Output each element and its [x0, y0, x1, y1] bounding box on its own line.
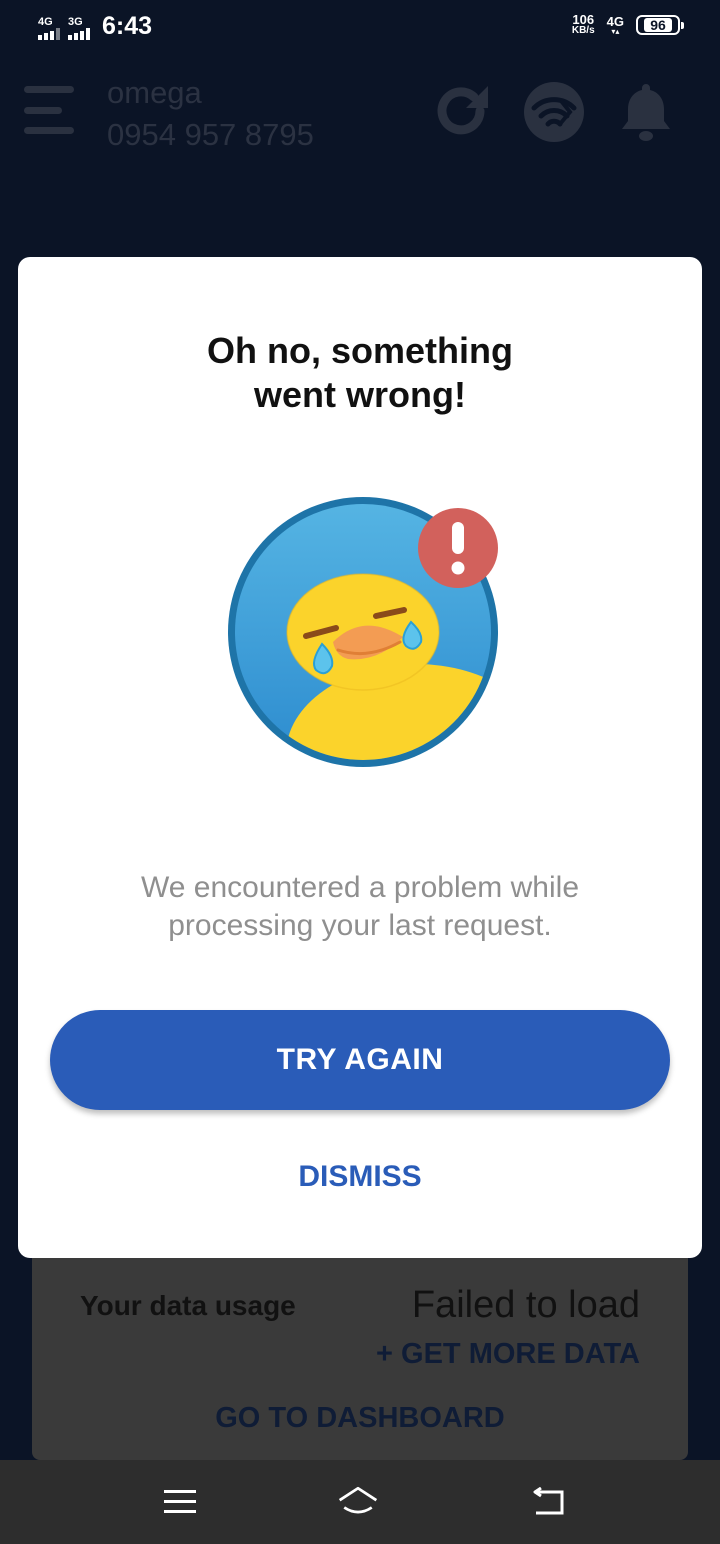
dialog-title-line1: Oh no, something [207, 330, 513, 371]
go-to-dashboard-link[interactable]: GO TO DASHBOARD [32, 1402, 688, 1435]
error-dialog: Oh no, something went wrong! We encounte… [18, 257, 702, 1258]
app-header: omega 0954 957 8795 [0, 60, 720, 170]
battery-icon: 96 [636, 15, 684, 35]
account-name: omega [107, 75, 202, 110]
network-speed: 106 KB/s [571, 12, 595, 36]
refresh-icon[interactable] [430, 80, 492, 147]
home-icon[interactable] [336, 1482, 380, 1522]
battery-level: 96 [644, 18, 672, 32]
dialog-message: We encountered a problem while processin… [58, 869, 662, 945]
navigation-bar [0, 1460, 720, 1544]
clock: 6:43 [102, 12, 153, 40]
dialog-title: Oh no, something went wrong! [18, 329, 702, 417]
menu-icon[interactable] [24, 86, 74, 134]
wifi-icon[interactable] [522, 80, 586, 149]
dialog-message-line2: processing your last request. [168, 909, 552, 942]
status-right: 106 KB/s 4G ▾▴ 96 [571, 12, 684, 36]
bell-icon[interactable] [618, 80, 674, 147]
status-left: 4G 3G 6:43 [38, 12, 152, 40]
speed-value: 106 [572, 12, 595, 27]
back-icon[interactable] [526, 1482, 570, 1522]
sim2-label: 3G [68, 16, 83, 28]
try-again-button[interactable]: TRY AGAIN [50, 1010, 670, 1110]
account-info: omega 0954 957 8795 [107, 74, 314, 158]
sim1-label: 4G [38, 16, 53, 28]
status-bar: 4G 3G 6:43 106 KB/s 4G ▾▴ 96 [0, 0, 720, 56]
phone-number: 0954 957 8795 [107, 117, 314, 152]
recents-icon[interactable] [158, 1482, 202, 1522]
data-usage-value: Failed to load [411, 1284, 640, 1326]
screen: 4G 3G 6:43 106 KB/s 4G ▾▴ 96 omega 0954 … [0, 0, 720, 1544]
data-usage-label: Your data usage [80, 1290, 296, 1321]
dialog-message-line1: We encountered a problem while [140, 871, 580, 904]
data-usage-card: Your data usage Failed to load + GET MOR… [32, 1256, 688, 1460]
dialog-title-line2: went wrong! [254, 374, 466, 415]
crying-duck-icon [218, 492, 508, 782]
sim1-signal-icon: 4G [38, 17, 60, 40]
sim2-signal-icon: 3G [68, 17, 90, 40]
get-more-data-link[interactable]: + GET MORE DATA [376, 1338, 640, 1371]
dismiss-button[interactable]: DISMISS [260, 1149, 460, 1205]
network-type-icon: 4G ▾▴ [606, 13, 624, 36]
speed-unit: KB/s [571, 25, 595, 36]
